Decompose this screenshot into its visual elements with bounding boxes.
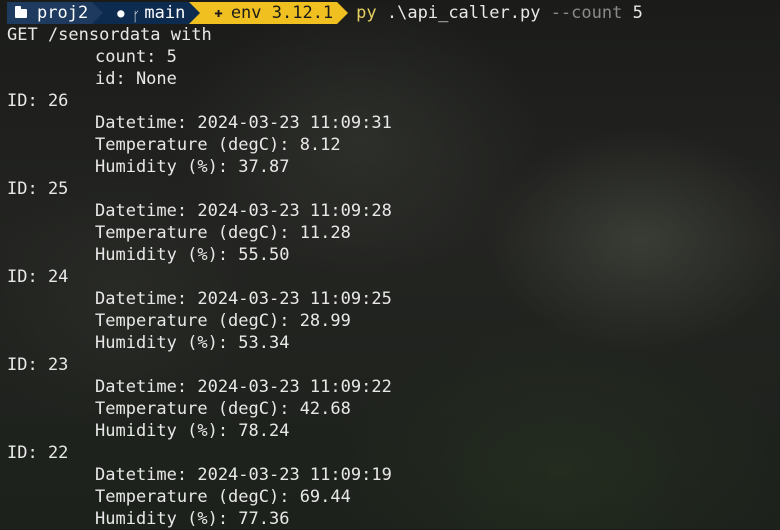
record-temperature: Temperature (degC): 69.44 (95, 487, 351, 507)
terminal-output[interactable]: proj2 ● ᚴ main ✚ env 3.12.1 py .\api_caller… (7, 2, 780, 530)
record-id: ID: 22 (7, 443, 69, 463)
prompt-branch: main (144, 3, 186, 23)
record-humidity: Humidity (%): 78.24 (95, 421, 290, 441)
command-script: .\api_caller.py (386, 3, 541, 23)
record-id: ID: 23 (7, 355, 69, 375)
command-program: py (356, 3, 377, 23)
command-value: 5 (632, 3, 643, 23)
record: ID: 23 Datetime: 2024-03-23 11:09:22 Tem… (7, 354, 780, 442)
record-id: ID: 26 (7, 91, 69, 111)
record-temperature: Temperature (degC): 8.12 (95, 135, 341, 155)
record: ID: 26 Datetime: 2024-03-23 11:09:31 Tem… (7, 90, 780, 178)
record-id: ID: 25 (7, 179, 69, 199)
request-id: id: None (95, 69, 177, 89)
record-id: ID: 24 (7, 267, 69, 287)
shell-prompt: proj2 ● ᚴ main ✚ env 3.12.1 py .\api_caller… (0, 2, 780, 25)
record-humidity: Humidity (%): 53.34 (95, 333, 290, 353)
prompt-separator (189, 2, 201, 24)
record-datetime: Datetime: 2024-03-23 11:09:28 (95, 201, 392, 221)
prompt-separator (92, 2, 104, 24)
record-humidity: Humidity (%): 77.36 (95, 509, 290, 529)
command-flag: --count (550, 3, 623, 23)
prompt-env-segment: ✚ env 3.12.1 (200, 2, 338, 24)
command-line[interactable]: py .\api_caller.py --count 5 (356, 3, 643, 23)
prompt-env: env 3.12.1 (230, 3, 334, 23)
request-header: GET /sensordata with (7, 25, 212, 45)
record: ID: 25 Datetime: 2024-03-23 11:09:28 Tem… (7, 178, 780, 266)
record: ID: 24 Datetime: 2024-03-23 11:09:25 Tem… (7, 266, 780, 354)
record-humidity: Humidity (%): 37.87 (95, 157, 290, 177)
record-temperature: Temperature (degC): 42.68 (95, 399, 351, 419)
record-datetime: Datetime: 2024-03-23 11:09:25 (95, 289, 392, 309)
record-datetime: Datetime: 2024-03-23 11:09:19 (95, 465, 392, 485)
request-count: count: 5 (95, 47, 177, 67)
record-temperature: Temperature (degC): 11.28 (95, 223, 351, 243)
python-icon: ✚ (214, 5, 223, 21)
record-datetime: Datetime: 2024-03-23 11:09:31 (95, 113, 392, 133)
git-branch-icon: ᚴ (132, 10, 141, 25)
prompt-git-segment: ● ᚴ main (103, 2, 190, 25)
record-humidity: Humidity (%): 55.50 (95, 245, 290, 265)
prompt-dir-segment: proj2 (7, 2, 93, 24)
github-icon: ● (117, 6, 125, 20)
prompt-separator (337, 2, 349, 24)
folder-icon (15, 5, 27, 18)
record-temperature: Temperature (degC): 28.99 (95, 311, 351, 331)
record: ID: 22 Datetime: 2024-03-23 11:09:19 Tem… (7, 442, 780, 530)
record-datetime: Datetime: 2024-03-23 11:09:22 (95, 377, 392, 397)
prompt-dir: proj2 (37, 3, 89, 23)
